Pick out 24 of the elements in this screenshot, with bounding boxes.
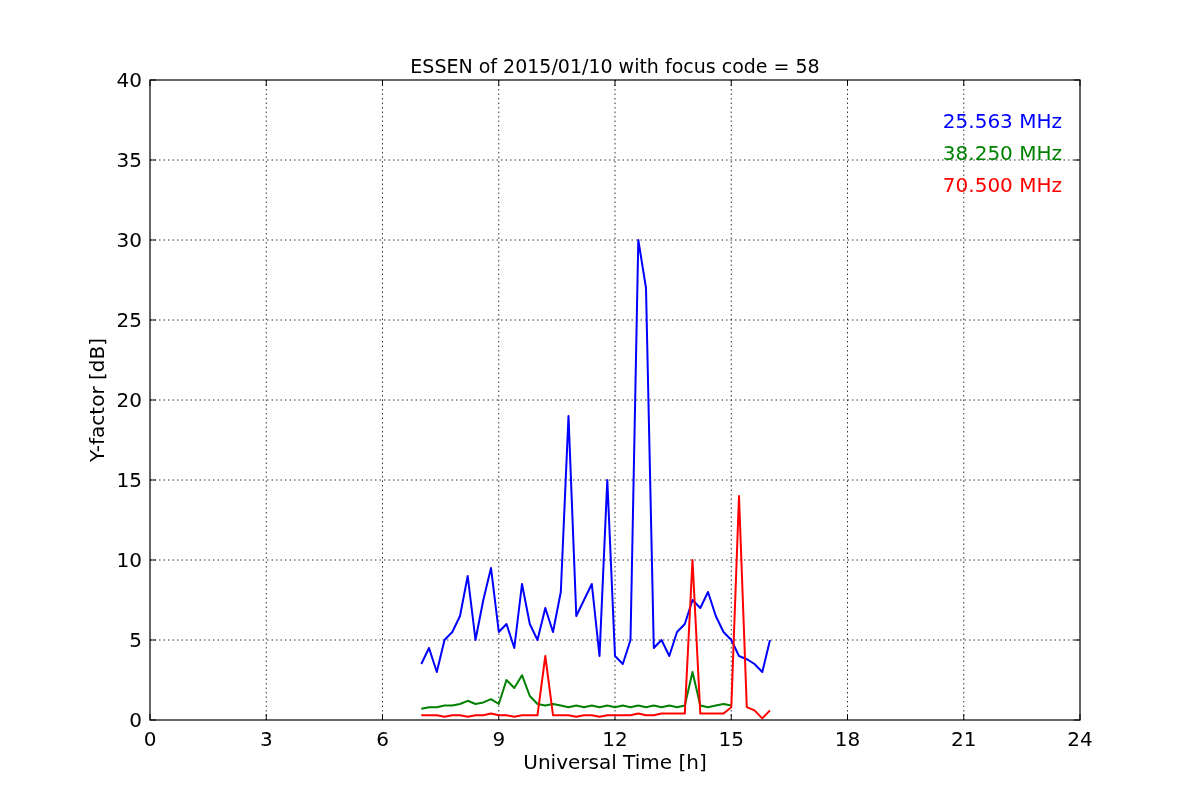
y-tick-label: 25	[116, 308, 142, 332]
y-tick-label: 15	[116, 468, 142, 492]
x-axis-label: Universal Time [h]	[523, 750, 707, 774]
y-tick-label: 5	[129, 628, 142, 652]
legend-label: 38.250 MHz	[942, 141, 1062, 165]
x-tick-label: 9	[492, 727, 506, 751]
y-axis-label: Y-factor [dB]	[85, 338, 109, 462]
y-tick-label: 20	[116, 388, 142, 412]
legend-label: 25.563 MHz	[942, 109, 1062, 133]
y-tick-label: 35	[116, 148, 142, 172]
y-tick-label: 40	[116, 68, 142, 92]
x-tick-label: 24	[1067, 727, 1093, 751]
y-tick-label: 30	[116, 228, 142, 252]
x-tick-label: 0	[143, 727, 157, 751]
x-tick-label: 18	[834, 727, 861, 751]
legend-label: 70.500 MHz	[942, 173, 1062, 197]
x-tick-label: 12	[602, 727, 628, 751]
x-tick-label: 21	[951, 727, 977, 751]
x-tick-label: 6	[376, 727, 389, 751]
chart-title: ESSEN of 2015/01/10 with focus code = 58	[410, 55, 820, 77]
x-tick-label: 15	[718, 727, 744, 751]
y-tick-label: 0	[129, 708, 142, 732]
x-tick-label: 3	[259, 727, 273, 751]
y-tick-label: 10	[116, 548, 142, 572]
